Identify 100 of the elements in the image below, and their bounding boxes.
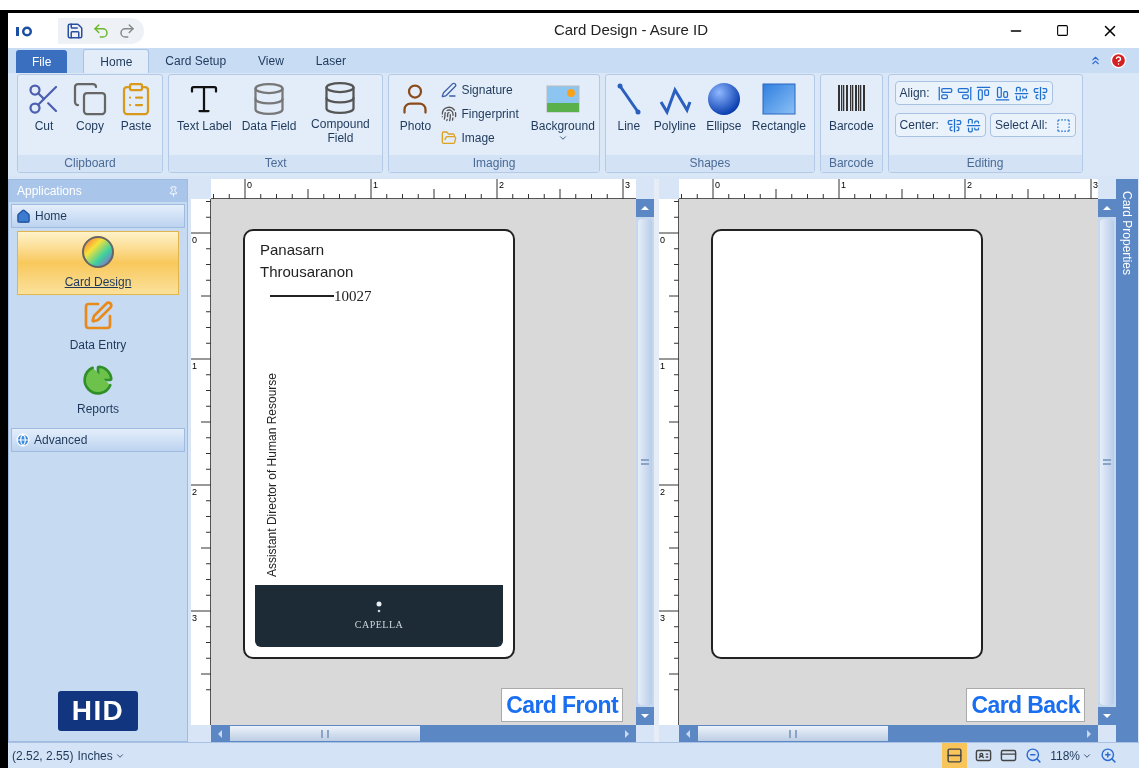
- color-wheel-icon: [81, 235, 115, 269]
- copy-icon: [72, 81, 108, 117]
- coordinates-readout: (2.52, 2.55): [12, 747, 74, 765]
- card-last-name[interactable]: Throusaranon: [260, 261, 498, 283]
- save-icon[interactable]: [66, 21, 84, 40]
- ribbon-button[interactable]: Photo: [393, 75, 438, 145]
- ribbon-button[interactable]: Barcode: [824, 75, 878, 145]
- ruler-number: 1: [373, 180, 378, 190]
- zoom-dropdown[interactable]: 118%: [1050, 746, 1092, 765]
- ribbon-button[interactable]: Rectangle: [747, 75, 810, 145]
- fingerprint-icon: [441, 106, 458, 122]
- collapse-ribbon-icon[interactable]: [1089, 54, 1102, 67]
- window-title: Card Design - Asure ID: [552, 20, 710, 41]
- star-icon: [375, 600, 383, 613]
- zoom-out-icon[interactable]: [1025, 747, 1043, 764]
- logo-banner[interactable]: CAPELLA: [255, 585, 503, 647]
- square-icon: [760, 82, 797, 116]
- section-label: Home: [35, 208, 67, 225]
- horizontal-scrollbar[interactable]: [679, 725, 1098, 742]
- ruler-number: 2: [967, 180, 972, 190]
- ruler-number: 3: [192, 613, 197, 623]
- card-stripe-icon[interactable]: [1000, 747, 1018, 764]
- section-header[interactable]: Advanced: [11, 428, 185, 452]
- dropdown-caret-icon: [557, 133, 568, 143]
- ruler-number: 0: [715, 180, 720, 190]
- help-icon[interactable]: [1110, 52, 1127, 69]
- ruler-number: 0: [660, 235, 665, 245]
- landscape-icon: [545, 85, 580, 113]
- pie-chart-icon: [82, 364, 114, 396]
- ribbon-button[interactable]: Paste: [114, 75, 158, 145]
- ruler-number: 3: [625, 180, 630, 190]
- properties-tab[interactable]: Card Properties: [1116, 179, 1138, 742]
- group-label: Imaging: [389, 155, 599, 172]
- design-canvas[interactable]: Card Back: [679, 199, 1098, 725]
- properties-label: Card Properties: [1119, 191, 1135, 278]
- ribbon-button[interactable]: Fingerprint: [441, 103, 519, 125]
- align-center-icon[interactable]: [1032, 85, 1048, 101]
- zoom-in-icon[interactable]: [1100, 747, 1117, 764]
- ruler-number: 0: [192, 235, 197, 245]
- center-horizontal-icon[interactable]: [946, 117, 962, 133]
- section-label: Advanced: [34, 432, 88, 449]
- ribbon-button[interactable]: Copy: [68, 75, 112, 145]
- group-label: Clipboard: [18, 155, 162, 172]
- ribbon-button[interactable]: Text Label: [173, 75, 236, 145]
- design-canvas[interactable]: Panasarn Throusaranon 10027 Assistant Director of Human Resourse CAPELLA Card Front: [211, 199, 636, 725]
- card-job-title[interactable]: Assistant Director of Human Resourse: [265, 372, 279, 577]
- app-icon: [16, 24, 34, 37]
- toolbar-label: Select All:: [994, 117, 1049, 134]
- notepad-icon: [82, 300, 114, 332]
- vertical-scrollbar[interactable]: [636, 199, 654, 725]
- maximize-icon[interactable]: [1056, 24, 1069, 37]
- ribbon-button[interactable]: Data Field: [237, 75, 301, 145]
- align-right-icon[interactable]: [956, 85, 972, 101]
- select-all-icon[interactable]: [1055, 117, 1071, 133]
- ribbon-tab[interactable]: Card Setup: [149, 49, 243, 73]
- house-icon: [16, 208, 31, 224]
- ribbon-tab[interactable]: Laser: [299, 49, 362, 73]
- folder-icon: [441, 130, 458, 146]
- align-middle-icon[interactable]: [1013, 85, 1029, 101]
- ruler-number: 2: [499, 180, 504, 190]
- group-label: Shapes: [605, 155, 814, 172]
- ribbon-tab[interactable]: Home: [83, 49, 150, 73]
- background-button[interactable]: Background: [530, 75, 595, 145]
- file-tab[interactable]: File: [16, 50, 68, 73]
- line-shape[interactable]: [270, 295, 334, 298]
- section-header[interactable]: Home: [11, 204, 185, 228]
- horizontal-scrollbar[interactable]: [211, 725, 636, 742]
- redo-icon[interactable]: [118, 21, 136, 40]
- group-label: Barcode: [820, 155, 882, 172]
- application-item[interactable]: Card Design: [17, 231, 179, 295]
- ribbon-button[interactable]: Ellipse: [701, 75, 746, 145]
- id-card[interactable]: Panasarn Throusaranon 10027 Assistant Director of Human Resourse CAPELLA: [243, 229, 515, 659]
- ruler-number: 0: [247, 180, 252, 190]
- application-item[interactable]: Reports: [17, 359, 179, 423]
- side-label: Card Front: [501, 688, 623, 722]
- ruler-number: 3: [660, 613, 665, 623]
- card-first-name[interactable]: Panasarn: [260, 239, 498, 261]
- units-dropdown[interactable]: Inches: [77, 746, 125, 765]
- ribbon-button[interactable]: Signature: [441, 79, 519, 101]
- group-label: Editing: [888, 155, 1082, 172]
- align-top-icon[interactable]: [975, 85, 991, 101]
- vertical-scrollbar[interactable]: [1098, 199, 1116, 725]
- ribbon-button[interactable]: Polyline: [649, 75, 700, 145]
- hid-logo: HID: [57, 691, 139, 731]
- side-label: Card Back: [966, 688, 1085, 722]
- ruler-number: 2: [660, 487, 665, 497]
- ribbon-button[interactable]: Compound Field: [302, 75, 379, 145]
- ruler-number: 1: [660, 361, 665, 371]
- ribbon-button[interactable]: Cut: [22, 75, 66, 145]
- align-bottom-icon[interactable]: [994, 85, 1010, 101]
- card-id-number[interactable]: 10027: [334, 285, 372, 308]
- align-left-icon[interactable]: [937, 85, 953, 101]
- ribbon-button[interactable]: Image: [441, 127, 519, 149]
- application-item[interactable]: Data Entry: [17, 295, 179, 359]
- ribbon-tab[interactable]: View: [242, 49, 300, 73]
- id-card[interactable]: [711, 229, 983, 659]
- card-view-icon[interactable]: [975, 747, 993, 764]
- center-vertical-icon[interactable]: [965, 117, 981, 133]
- ribbon-button[interactable]: Line: [609, 75, 648, 145]
- front-back-view-icon[interactable]: [942, 743, 968, 768]
